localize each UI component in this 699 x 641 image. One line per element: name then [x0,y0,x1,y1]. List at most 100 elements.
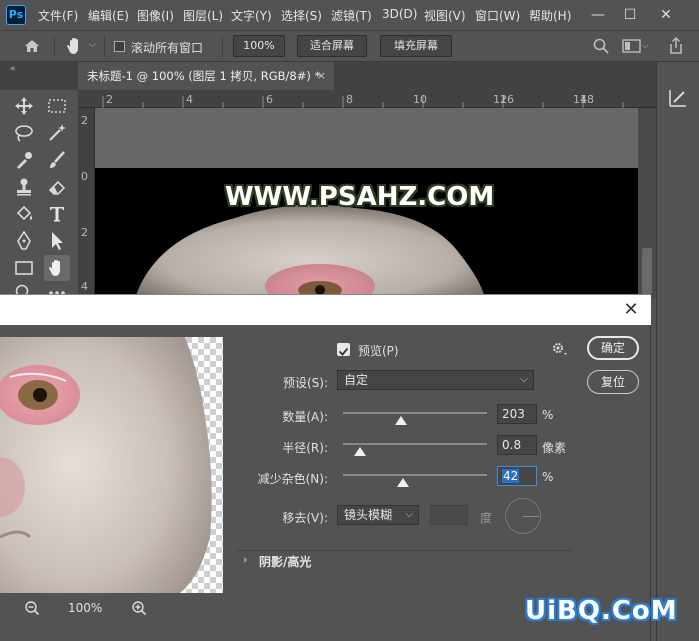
ruler-label: 2 [81,114,88,127]
close-window-button[interactable]: ✕ [650,4,682,26]
reduce-noise-slider-thumb[interactable] [397,478,410,487]
site-watermark: UiBQ.CoM [525,596,678,626]
menu-file[interactable]: 文件(F) [38,7,78,24]
radius-slider[interactable] [343,443,487,445]
menu-select[interactable]: 选择(S) [281,7,322,24]
zoom-out-icon[interactable] [24,600,40,620]
preview-zoom-level: 100% [68,601,103,615]
fit-screen-button[interactable]: 适合屏幕 [297,35,367,57]
reset-button[interactable]: 复位 [587,370,639,394]
menu-layer[interactable]: 图层(L) [183,7,223,24]
maximize-button[interactable]: ☐ [614,4,646,26]
expand-arrow-icon[interactable]: › [243,553,247,566]
preset-select[interactable]: 自定 ⌵ [337,370,534,390]
vertical-scrollbar[interactable] [638,108,656,298]
scroll-all-windows-checkbox[interactable] [114,41,125,52]
chevron-down-icon[interactable]: ⌵ [89,40,96,50]
pen-tool-icon[interactable] [11,228,37,254]
chevron-down-icon: ⌵ [405,509,413,520]
dialog-titlebar: ✕ [0,295,651,325]
amount-input[interactable]: 203 [497,404,537,424]
search-icon[interactable] [592,37,610,55]
smart-sharpen-dialog: ✕ 100% 预览(P) 确定 复位 预设(S): 自定 ⌵ 数量(A): 20… [0,294,651,641]
zoom-100-button[interactable]: 100% [233,35,285,57]
scroll-all-windows-label: 滚动所有窗口 [131,41,204,55]
remove-value: 镜头模糊 [344,508,393,522]
reduce-noise-input[interactable]: 42 [497,466,537,486]
brush-tool-icon[interactable] [44,147,70,173]
move-tool-icon[interactable] [11,93,37,119]
document-image[interactable]: WWW.PSAHZ.COM [95,168,638,298]
ruler-label: 2 [81,226,88,239]
reduce-noise-slider[interactable] [343,474,487,476]
vertical-ruler: 2 0 2 4 [78,108,95,298]
preview-checkbox[interactable] [337,343,350,356]
preview-label: 预览(P) [358,344,399,358]
amount-slider-thumb[interactable] [394,416,407,425]
chevron-down-icon[interactable]: ⌵ [642,41,648,51]
menu-image[interactable]: 图像(I) [137,7,174,24]
remove-select[interactable]: 镜头模糊 ⌵ [337,505,419,525]
tools-panel [0,90,78,301]
close-tab-icon[interactable]: × [317,62,326,90]
ruler-label: 2 [106,93,113,106]
ok-button[interactable]: 确定 [587,336,639,360]
options-bar: ⌵ 滚动所有窗口 100% 适合屏幕 填充屏幕 ⌵ [0,30,699,62]
zoom-in-icon[interactable] [131,600,147,620]
gear-icon[interactable] [551,341,569,357]
right-panel-strip [656,62,699,641]
menu-edit[interactable]: 编辑(E) [88,7,129,24]
collapse-toolbar-icon[interactable]: « [10,64,16,74]
radius-label: 半径(R): [282,441,328,455]
radius-input[interactable]: 0.8 [497,435,537,455]
eyedropper-icon[interactable] [11,147,37,173]
home-icon[interactable] [22,36,42,56]
workspace-icon[interactable] [622,38,642,54]
menu-window[interactable]: 窗口(W) [475,7,520,24]
amount-unit: % [542,408,554,422]
shadows-highlights-section[interactable]: 阴影/高光 [259,553,311,570]
minimize-button[interactable]: — [582,4,614,26]
menu-filter[interactable]: 滤镜(T) [331,7,372,24]
properties-panel-icon[interactable] [666,86,690,110]
angle-input-disabled [430,505,468,525]
fill-screen-button[interactable]: 填充屏幕 [380,35,452,57]
chevron-down-icon: ⌵ [520,374,528,385]
radius-slider-thumb[interactable] [354,447,367,456]
reduce-noise-unit: % [542,470,554,484]
ruler-label: 6 [266,93,273,106]
hand-tool-icon[interactable] [64,35,86,57]
eraser-tool-icon[interactable] [44,174,70,200]
document-tab[interactable]: 未标题-1 @ 100% (图层 1 拷贝, RGB/8#) * × [78,62,334,90]
menu-help[interactable]: 帮助(H) [529,7,571,24]
remove-label: 移去(V): [282,511,328,525]
preview-image[interactable] [0,337,223,593]
lasso-tool-icon[interactable] [11,120,37,146]
ruler-label: 0 [81,170,88,183]
ruler-label: 10 [413,93,427,106]
hand-tool-icon[interactable] [44,255,70,281]
stamp-tool-icon[interactable] [11,174,37,200]
paint-bucket-icon[interactable] [11,201,37,227]
share-icon[interactable] [666,36,686,56]
document-tabs: « 未标题-1 @ 100% (图层 1 拷贝, RGB/8#) * × » [0,62,699,90]
dialog-close-button[interactable]: ✕ [619,298,643,322]
magic-wand-icon[interactable] [44,120,70,146]
preset-value: 自定 [344,373,369,387]
path-selection-icon[interactable] [44,228,70,254]
rectangle-tool-icon[interactable] [11,255,37,281]
marquee-tool-icon[interactable] [44,93,70,119]
preset-label: 预设(S): [282,376,328,390]
menu-view[interactable]: 视图(V) [424,7,466,24]
menu-3d[interactable]: 3D(D) [382,7,417,21]
canvas-watermark-text: WWW.PSAHZ.COM [225,182,495,212]
type-tool-icon[interactable] [44,201,70,227]
angle-unit: 度 [480,511,493,525]
menu-type[interactable]: 文字(Y) [231,7,272,24]
ruler-label: 16 [500,93,514,106]
scrollbar-thumb[interactable] [642,248,652,294]
ruler-label: 18 [580,93,594,106]
amount-slider[interactable] [343,412,487,414]
menu-bar: Ps 文件(F) 编辑(E) 图像(I) 图层(L) 文字(Y) 选择(S) 滤… [0,0,699,30]
angle-dial [505,498,541,534]
